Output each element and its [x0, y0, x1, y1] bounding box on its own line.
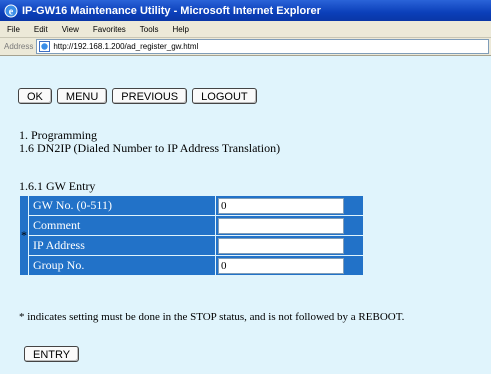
menu-bar: File Edit View Favorites Tools Help [0, 21, 491, 38]
section-subtitle: 1.6 DN2IP (Dialed Number to IP Address T… [19, 141, 281, 155]
previous-button[interactable]: PREVIOUS [112, 88, 188, 104]
table-row: IP Address [20, 236, 363, 255]
menu-edit[interactable]: Edit [27, 25, 55, 34]
menu-view[interactable]: View [55, 25, 86, 34]
table-row: * GW No. (0-511) [20, 196, 363, 275]
ok-button[interactable]: OK [18, 88, 52, 104]
group-no-input[interactable] [218, 257, 344, 274]
gw-no-cell [216, 196, 363, 215]
table-row: Comment [20, 216, 363, 235]
menu-button[interactable]: MENU [56, 88, 108, 104]
ip-address-input[interactable] [218, 237, 344, 254]
menu-tools[interactable]: Tools [133, 25, 166, 34]
stop-status-note: * indicates setting must be done in the … [19, 311, 405, 323]
required-star: * [20, 196, 28, 275]
gw-no-input[interactable] [218, 197, 344, 214]
menu-help[interactable]: Help [165, 25, 195, 34]
section-heading: 1. Programming 1.6 DN2IP (Dialed Number … [19, 129, 280, 155]
menu-favorites[interactable]: Favorites [86, 25, 133, 34]
comment-label: Comment [29, 216, 215, 235]
group-no-label: Group No. [29, 256, 215, 275]
group-no-cell [216, 256, 363, 275]
svg-text:e: e [9, 6, 14, 17]
address-bar: Address http://192.168.1.200/ad_register… [0, 38, 491, 56]
internet-explorer-icon: e [4, 4, 18, 17]
gw-entry-table: * GW No. (0-511) Comment IP Address Gro [19, 195, 364, 276]
gw-no-label: GW No. (0-511) [29, 196, 215, 215]
ip-address-label: IP Address [29, 236, 215, 255]
page-content: OK MENU PREVIOUS LOGOUT 1. Programming 1… [0, 56, 491, 374]
address-label: Address [4, 42, 34, 51]
top-button-bar: OK MENU PREVIOUS LOGOUT [18, 88, 257, 104]
page-icon [39, 41, 51, 52]
comment-input[interactable] [218, 217, 344, 234]
entry-button[interactable]: ENTRY [24, 346, 80, 362]
address-field[interactable]: http://192.168.1.200/ad_register_gw.html [36, 39, 489, 54]
comment-cell [216, 216, 363, 235]
menu-file[interactable]: File [0, 25, 27, 34]
browser-window: e IP-GW16 Maintenance Utility - Microsof… [0, 0, 491, 374]
window-title: IP-GW16 Maintenance Utility - Microsoft … [22, 4, 321, 17]
ip-address-cell [216, 236, 363, 255]
address-url: http://192.168.1.200/ad_register_gw.html [53, 42, 199, 51]
title-bar: e IP-GW16 Maintenance Utility - Microsof… [0, 0, 491, 21]
table-row: Group No. [20, 256, 363, 275]
logout-button[interactable]: LOGOUT [192, 88, 257, 104]
subsection-title: 1.6.1 GW Entry [19, 179, 96, 193]
